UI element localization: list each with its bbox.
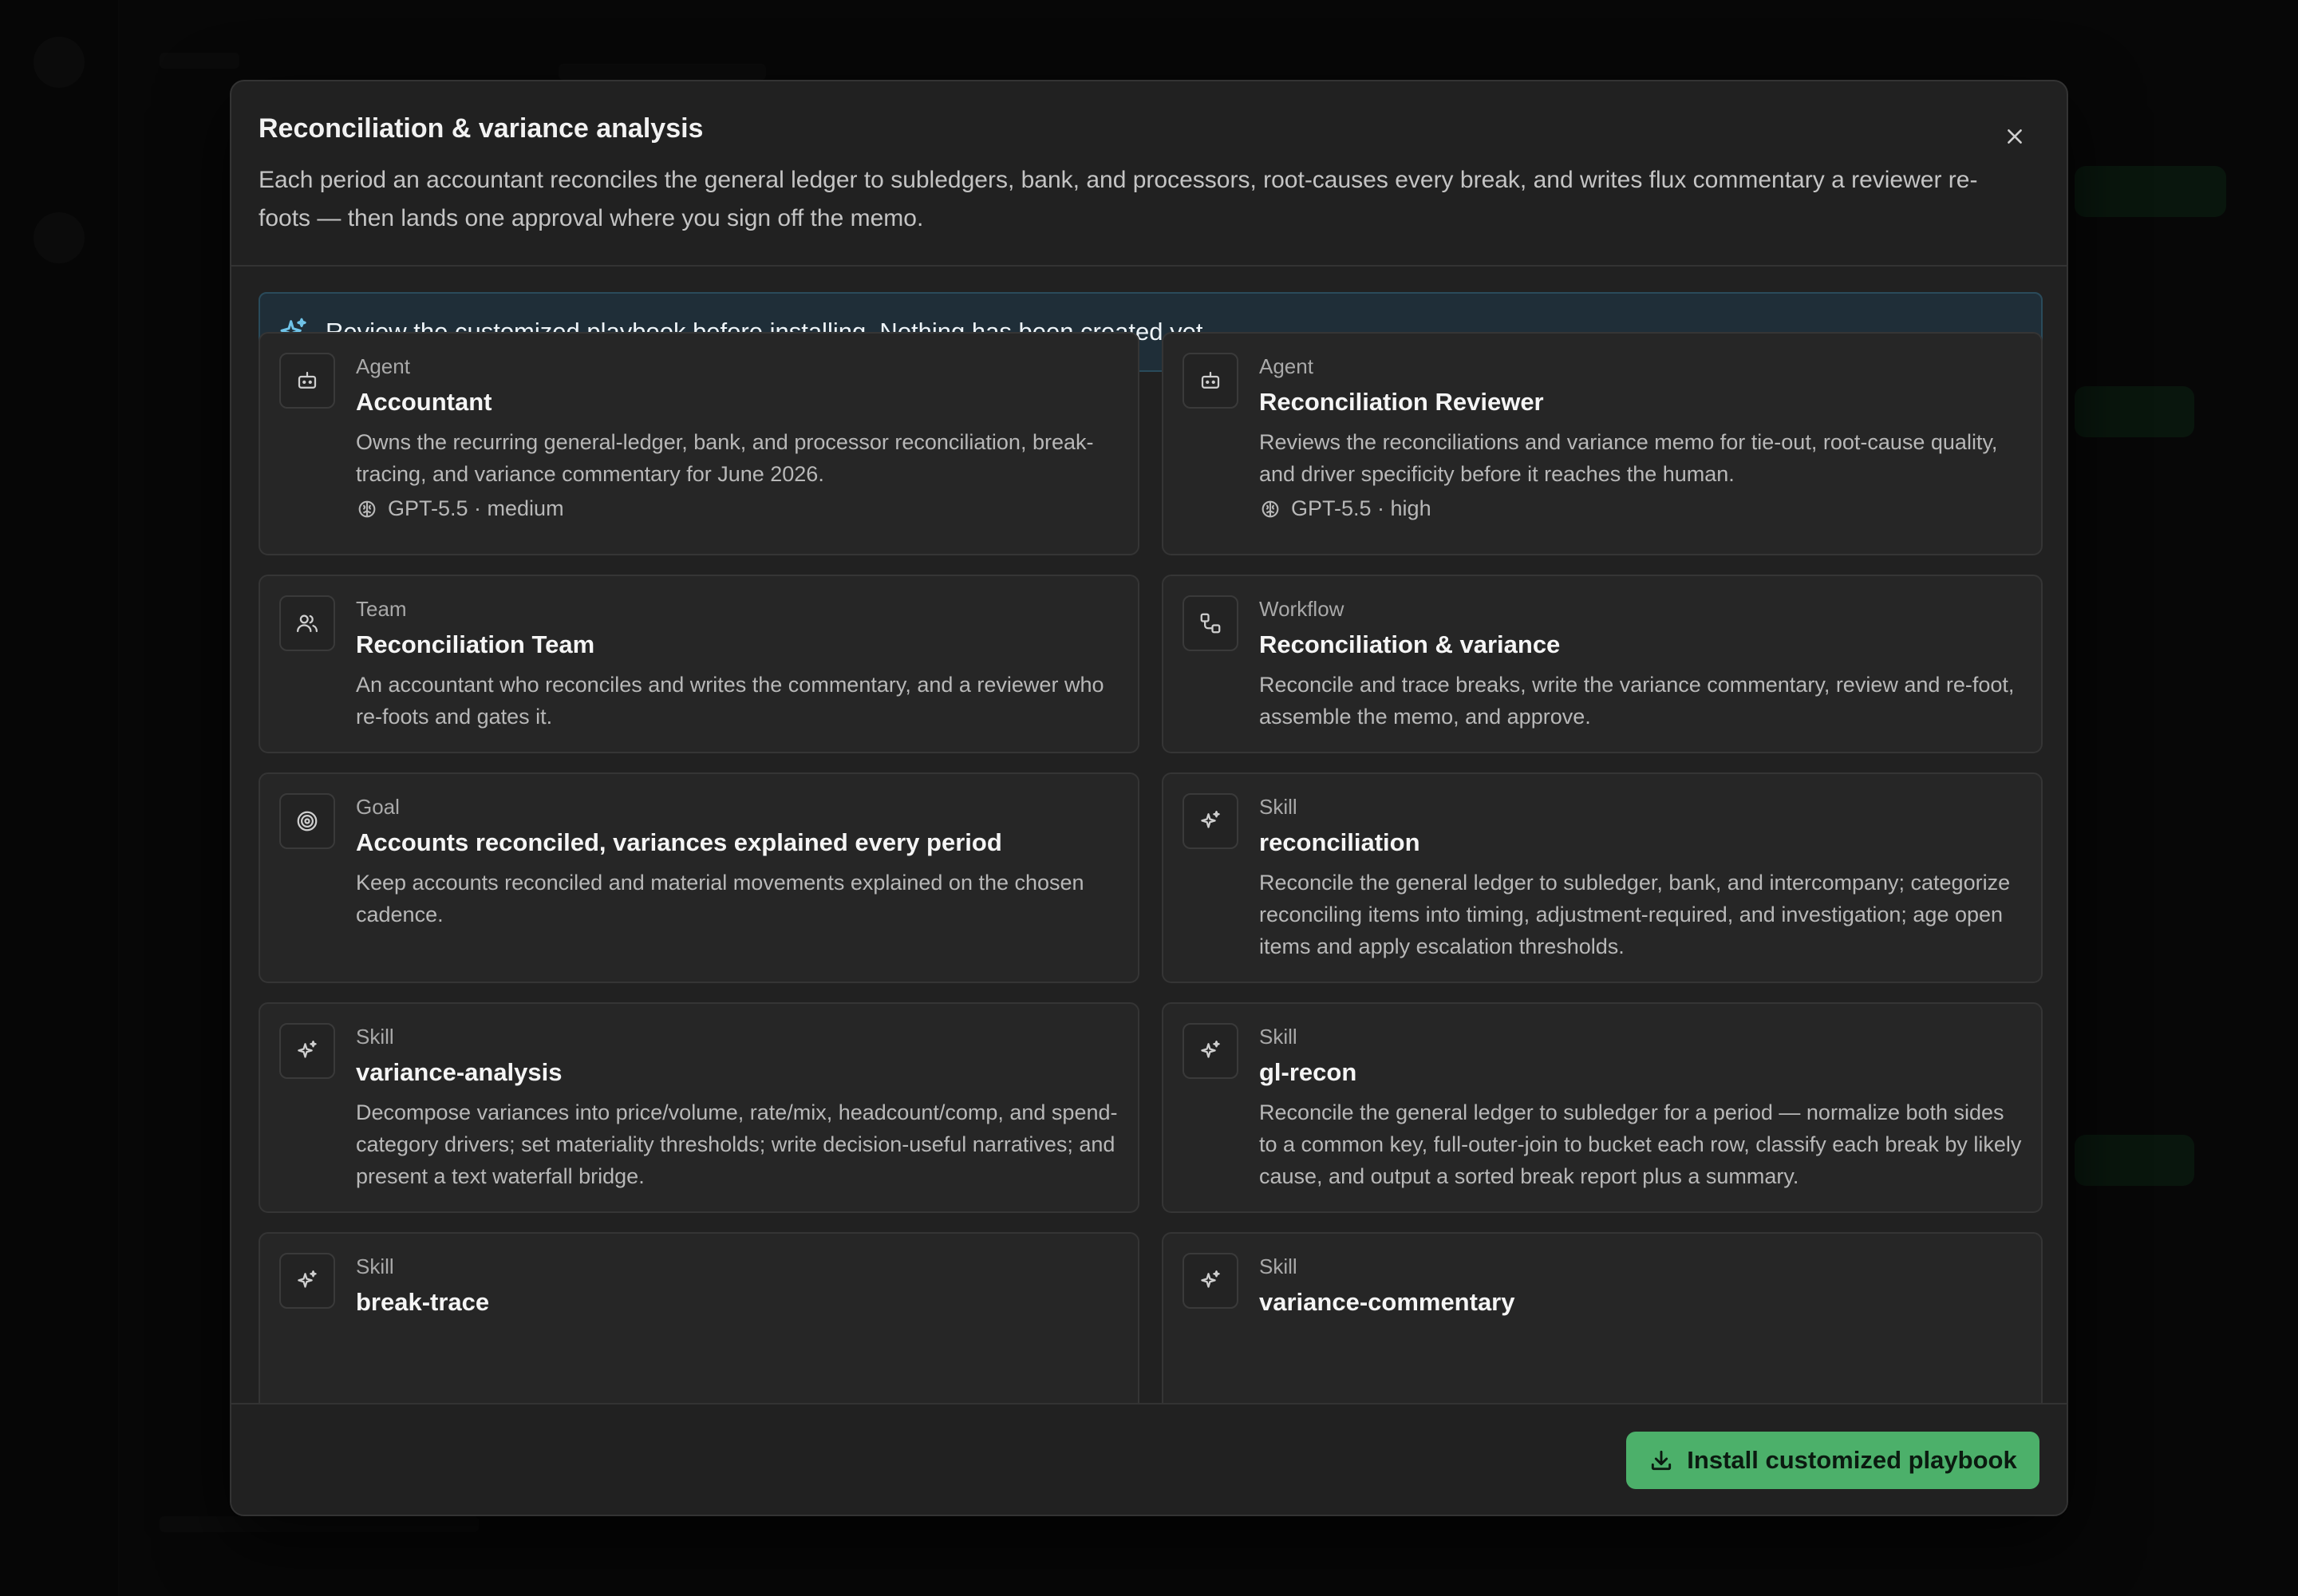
card-skill-gl-recon[interactable]: Skill gl-recon Reconcile the general led… <box>1162 1002 2043 1213</box>
sparkles-icon <box>298 1270 317 1288</box>
dialog-description: Each period an accountant reconciles the… <box>259 167 1978 231</box>
card-kind: Workflow <box>1259 597 1344 621</box>
card-name: Accounts reconciled, variances explained… <box>356 828 1002 856</box>
dialog-body[interactable]: Review the customized playbook before in… <box>231 268 2067 1486</box>
sparkles-icon <box>1201 811 1220 828</box>
sparkles-icon <box>298 1041 317 1058</box>
bot-icon <box>1201 371 1220 389</box>
model-label: GPT-5.5 · medium <box>388 496 564 520</box>
card-kind: Goal <box>356 795 400 819</box>
card-name: reconciliation <box>1259 828 1420 856</box>
card-workflow-reconciliation-variance[interactable]: Workflow Reconciliation & variance Recon… <box>1162 575 2043 753</box>
card-description: An accountant who reconciles and writes … <box>356 673 1104 729</box>
card-kind: Agent <box>1259 354 1313 378</box>
install-button-label: Install customized playbook <box>1687 1446 2017 1474</box>
card-kind: Skill <box>1259 795 1297 819</box>
sparkles-icon <box>1201 1270 1220 1288</box>
card-kind: Agent <box>356 354 410 378</box>
workflow-icon <box>1200 613 1221 634</box>
card-description: Decompose variances into price/volume, r… <box>356 1100 1118 1188</box>
dialog-header: Reconciliation & variance analysis Each … <box>231 81 2067 267</box>
card-name: Accountant <box>356 388 492 416</box>
card-agent-accountant[interactable]: Agent Accountant Owns the recurring gene… <box>259 332 1139 555</box>
card-description: Reconcile the general ledger to subledge… <box>1259 871 2011 958</box>
close-button[interactable] <box>1995 117 2035 156</box>
dialog-title: Reconciliation & variance analysis <box>259 113 704 144</box>
playbook-dialog: Reconciliation & variance analysis Each … <box>230 80 2068 1516</box>
model-label: GPT-5.5 · high <box>1291 496 1431 520</box>
card-kind: Skill <box>356 1025 394 1049</box>
card-name: Reconciliation Team <box>356 630 595 658</box>
card-description: Owns the recurring general-ledger, bank,… <box>356 430 1094 486</box>
brain-icon <box>358 500 376 517</box>
card-description: Reconcile the general ledger to subledge… <box>1259 1100 2022 1188</box>
card-name: Reconciliation Reviewer <box>1259 388 1544 416</box>
sparkles-icon <box>1201 1041 1220 1058</box>
card-description: Keep accounts reconciled and material mo… <box>356 871 1084 926</box>
card-skill-variance-analysis[interactable]: Skill variance-analysis Decompose varian… <box>259 1002 1139 1213</box>
card-skill-reconciliation[interactable]: Skill reconciliation Reconcile the gener… <box>1162 772 2043 983</box>
model-info: GPT-5.5 · medium <box>356 496 564 521</box>
card-kind: Skill <box>356 1254 394 1278</box>
install-playbook-button[interactable]: Install customized playbook <box>1626 1432 2039 1489</box>
card-description: Reviews the reconciliations and variance… <box>1259 430 1998 486</box>
brain-icon <box>1262 500 1279 517</box>
card-team-reconciliation-team[interactable]: Team Reconciliation Team An accountant w… <box>259 575 1139 753</box>
target-icon <box>297 811 318 832</box>
close-icon <box>2008 129 2022 144</box>
card-kind: Skill <box>1259 1025 1297 1049</box>
card-name: break-trace <box>356 1288 490 1316</box>
model-info: GPT-5.5 · high <box>1259 496 1431 521</box>
users-icon <box>297 614 318 633</box>
dialog-footer: Install customized playbook <box>231 1403 2067 1515</box>
card-kind: Team <box>356 597 407 621</box>
card-name: variance-analysis <box>356 1058 563 1086</box>
card-agent-reconciliation-reviewer[interactable]: Agent Reconciliation Reviewer Reviews th… <box>1162 332 2043 555</box>
card-goal-accounts-reconciled[interactable]: Goal Accounts reconciled, variances expl… <box>259 772 1139 983</box>
bot-icon <box>298 371 317 389</box>
card-name: Reconciliation & variance <box>1259 630 1561 658</box>
card-name: variance-commentary <box>1259 1288 1515 1316</box>
card-description: Reconcile and trace breaks, write the va… <box>1259 673 2015 729</box>
download-icon <box>1652 1450 1672 1471</box>
card-name: gl-recon <box>1259 1058 1357 1086</box>
card-kind: Skill <box>1259 1254 1297 1278</box>
